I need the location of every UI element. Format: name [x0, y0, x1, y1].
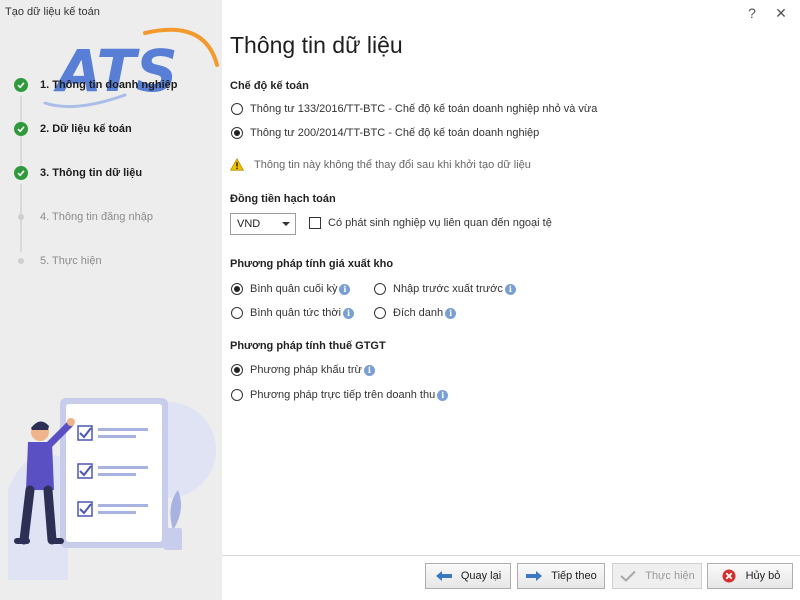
step-company-info: 1. Thông tin doanh nghiệp [14, 75, 177, 95]
inventory-option-period-average[interactable]: Bình quân cuối kỳ i [231, 283, 351, 295]
info-icon[interactable]: i [343, 307, 355, 319]
warning-text: Thông tin này không thể thay đổi sau khi… [254, 158, 531, 171]
chevron-down-icon [282, 222, 290, 226]
radio-label: Nhập trước xuất trước [393, 283, 503, 295]
inventory-option-moving-average[interactable]: Bình quân tức thời i [231, 307, 355, 319]
execute-button[interactable]: Thực hiện [612, 563, 702, 589]
radio-label: Phương pháp trực tiếp trên doanh thu [250, 389, 436, 401]
back-button[interactable]: Quay lại [425, 563, 511, 589]
vat-option-deduction[interactable]: Phương pháp khấu trừ i [231, 364, 375, 376]
close-button[interactable]: ✕ [768, 2, 794, 24]
pending-dot-icon [18, 214, 24, 220]
info-icon[interactable]: i [339, 283, 351, 295]
wizard-sidebar: ATS 1. Thông tin doanh nghiệp 2. Dữ liệu… [0, 0, 222, 600]
inventory-option-fifo[interactable]: Nhập trước xuất trước i [374, 283, 516, 295]
step-execute: 5. Thực hiện [14, 251, 102, 271]
foreign-currency-checkbox[interactable] [309, 217, 321, 229]
currency-value: VND [237, 218, 261, 230]
cancel-icon [720, 569, 738, 583]
foreign-currency-option[interactable]: Có phát sinh nghiệp vụ liên quan đến ngo… [309, 217, 552, 229]
title-bar: Tạo dữ liệu kế toán ? ✕ [0, 0, 800, 26]
vat-heading: Phương pháp tính thuế GTGT [230, 340, 386, 352]
page-title: Thông tin dữ liệu [230, 32, 403, 58]
info-icon[interactable]: i [437, 389, 449, 401]
step-label: 3. Thông tin dữ liệu [40, 167, 143, 179]
step-label: 5. Thực hiện [40, 255, 102, 267]
step-label: 4. Thông tin đăng nhập [40, 211, 153, 223]
warning-icon [230, 158, 244, 171]
step-data-info: 3. Thông tin dữ liệu [14, 163, 142, 183]
radio-button[interactable] [231, 307, 243, 319]
vat-option-direct[interactable]: Phương pháp trực tiếp trên doanh thu i [231, 389, 449, 401]
radio-label: Thông tư 133/2016/TT-BTC - Chế độ kế toá… [250, 103, 598, 115]
inventory-option-specific[interactable]: Đích danh i [374, 307, 457, 319]
info-icon[interactable]: i [363, 364, 375, 376]
radio-button[interactable] [231, 103, 243, 115]
info-icon[interactable]: i [504, 283, 516, 295]
cancel-button-label: Hủy bỏ [745, 570, 781, 582]
currency-select[interactable]: VND [230, 213, 296, 235]
check-circle-icon [14, 78, 28, 92]
regime-heading: Chế độ kế toán [230, 80, 309, 92]
window-title: Tạo dữ liệu kế toán [5, 6, 100, 18]
ats-logo: ATS [43, 27, 219, 109]
radio-label: Phương pháp khấu trừ [250, 364, 362, 376]
back-button-label: Quay lại [460, 570, 502, 582]
currency-heading: Đồng tiền hạch toán [230, 193, 336, 205]
step-label: 2. Dữ liệu kế toán [40, 123, 132, 135]
next-button-label: Tiếp theo [551, 570, 597, 582]
step-login-info: 4. Thông tin đăng nhập [14, 207, 153, 227]
radio-label: Thông tư 200/2014/TT-BTC - Chế độ kế toá… [250, 127, 540, 139]
cancel-button[interactable]: Hủy bỏ [707, 563, 793, 589]
radio-button[interactable] [231, 127, 243, 139]
arrow-right-icon [525, 569, 543, 583]
radio-label: Bình quân tức thời [250, 307, 342, 319]
radio-button[interactable] [374, 307, 386, 319]
check-circle-icon [14, 166, 28, 180]
checklist-illustration [8, 398, 216, 580]
radio-button[interactable] [231, 283, 243, 295]
inventory-heading: Phương pháp tính giá xuất kho [230, 258, 394, 270]
radio-button[interactable] [374, 283, 386, 295]
radio-button[interactable] [231, 389, 243, 401]
checkbox-label: Có phát sinh nghiệp vụ liên quan đến ngo… [328, 217, 552, 229]
info-icon[interactable]: i [445, 307, 457, 319]
radio-label: Bình quân cuối kỳ [250, 283, 338, 295]
execute-button-label: Thực hiện [645, 570, 695, 582]
step-accounting-data: 2. Dữ liệu kế toán [14, 119, 132, 139]
regime-warning: Thông tin này không thể thay đổi sau khi… [230, 158, 531, 171]
regime-option-133[interactable]: Thông tư 133/2016/TT-BTC - Chế độ kế toá… [231, 103, 597, 115]
radio-button[interactable] [231, 364, 243, 376]
pending-dot-icon [18, 258, 24, 264]
help-button[interactable]: ? [739, 2, 765, 24]
check-circle-icon [14, 122, 28, 136]
checkmark-icon [619, 569, 637, 583]
arrow-left-icon [435, 569, 453, 583]
step-label: 1. Thông tin doanh nghiệp [40, 79, 178, 91]
regime-option-200[interactable]: Thông tư 200/2014/TT-BTC - Chế độ kế toá… [231, 127, 539, 139]
next-button[interactable]: Tiếp theo [517, 563, 605, 589]
radio-label: Đích danh [393, 307, 444, 319]
